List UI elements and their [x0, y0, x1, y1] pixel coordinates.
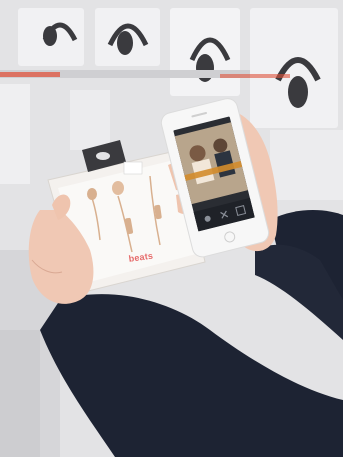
headphone-box-top-right — [170, 8, 240, 96]
headphone-box-top-middle — [95, 8, 160, 66]
shelf-item-left — [0, 84, 30, 184]
package-label-card — [123, 161, 143, 175]
shelf-item-right — [270, 130, 343, 200]
shelf-item-middle — [70, 90, 110, 150]
shelf-accent-upper-right — [220, 74, 290, 78]
headphone-box-top-left — [18, 8, 84, 66]
shelf-accent-upper — [0, 72, 60, 77]
photo-scene: beats — [0, 0, 343, 457]
lower-floor-blur — [0, 330, 40, 457]
headphone-box-far-right — [250, 8, 338, 128]
photo-illustration — [0, 0, 343, 457]
